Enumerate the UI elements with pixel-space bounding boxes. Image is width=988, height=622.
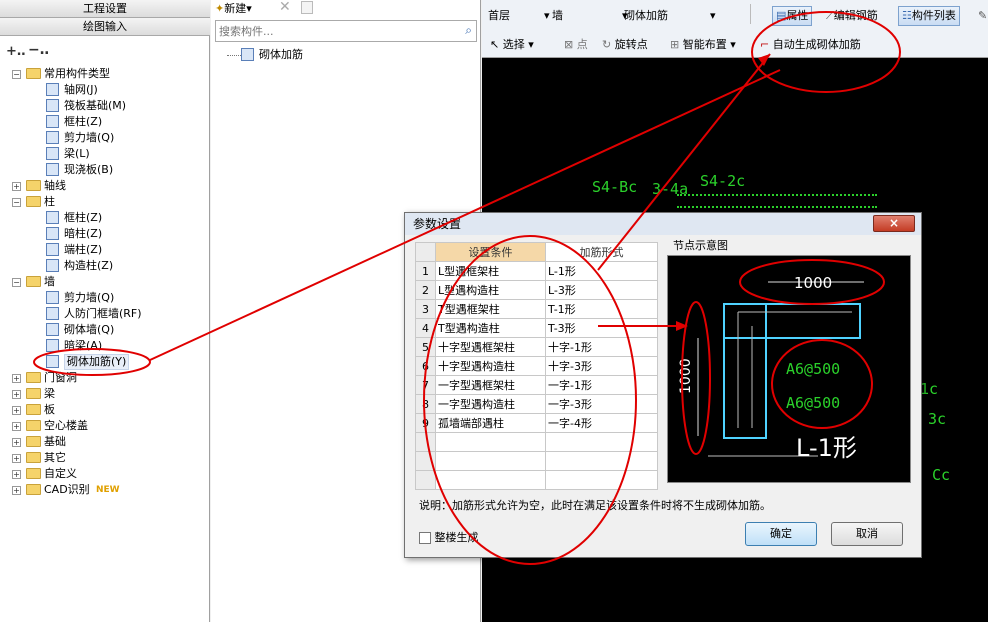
annotation-arrow xyxy=(149,69,781,361)
annotation-arrow xyxy=(597,53,771,271)
annotation-circle xyxy=(751,11,901,93)
annotation-circle xyxy=(739,259,885,305)
annotation-layer xyxy=(33,11,901,565)
annotation-circle xyxy=(771,339,873,429)
annotation-circle xyxy=(681,301,711,455)
annotation-circle xyxy=(423,235,637,565)
annotation-circle xyxy=(33,348,151,376)
arrowhead-icon xyxy=(758,54,770,66)
app-window: 工程设置 绘图输入 +‥ −‥ − 常用构件类型 轴网(J) 筏板基础(M) 框柱(Z)… xyxy=(0,0,988,622)
